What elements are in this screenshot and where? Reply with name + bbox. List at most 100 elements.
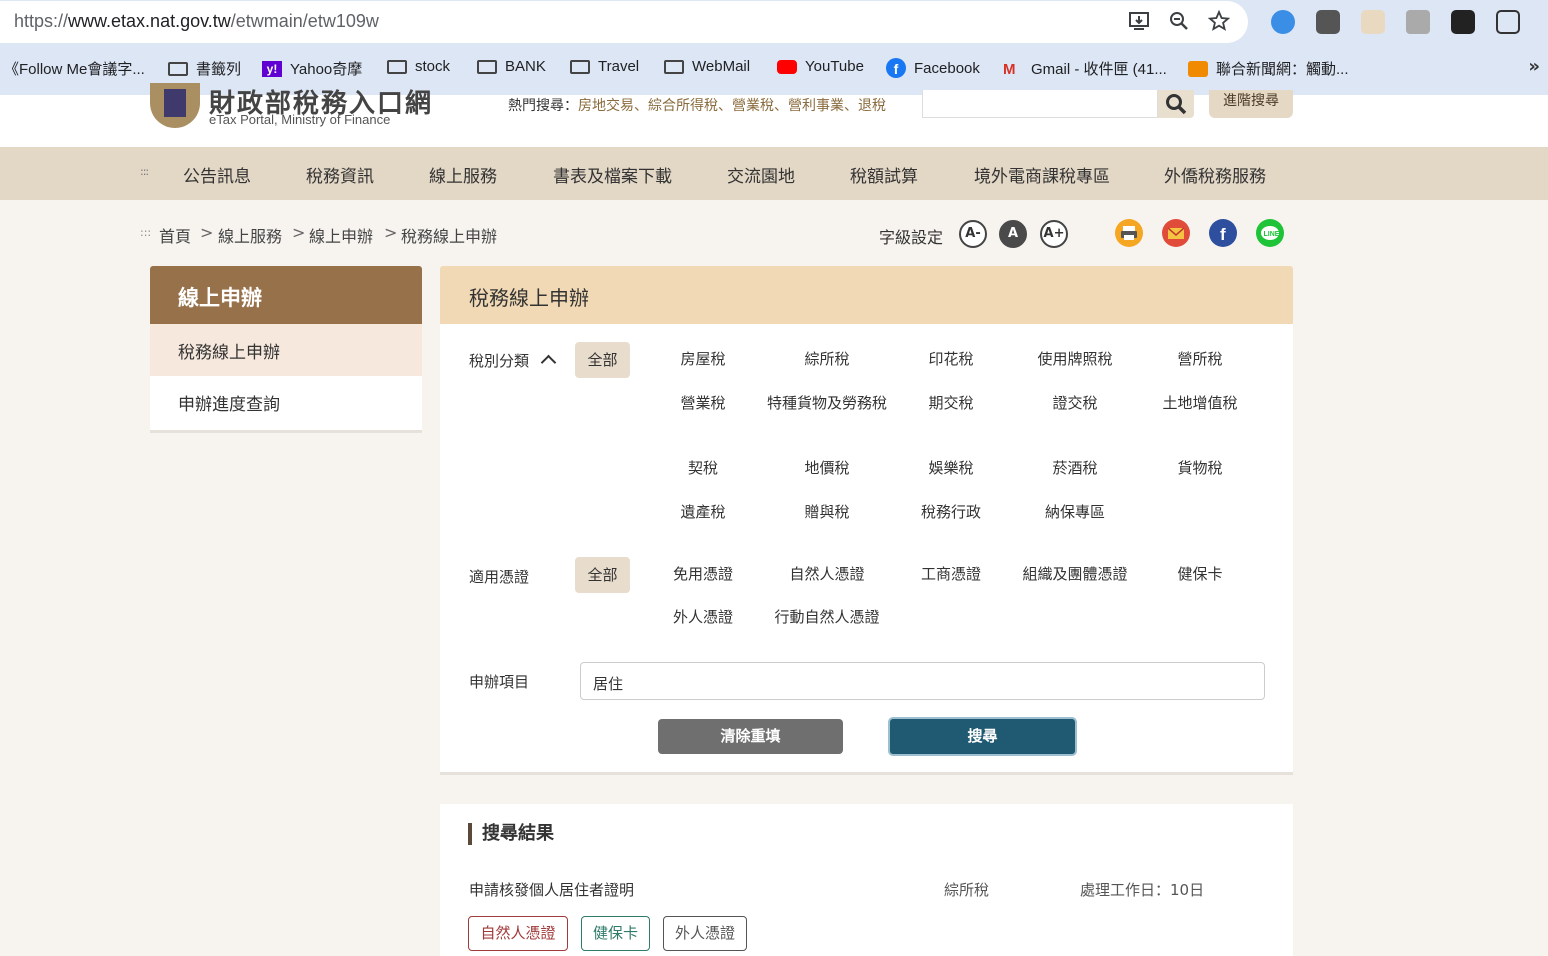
breadcrumb-separator: > — [200, 223, 214, 242]
cert-option[interactable]: 自然人憑證 — [765, 563, 889, 585]
tax-option[interactable]: 稅務行政 — [889, 501, 1013, 523]
nav-item-tax-info[interactable]: 稅務資訊 — [306, 162, 374, 187]
hot-search-keywords[interactable]: 房地交易、綜合所得稅、營業稅、營利事業、退稅 — [578, 98, 886, 114]
tax-option[interactable]: 營所稅 — [1138, 348, 1262, 370]
tax-option[interactable]: 期交稅 — [889, 392, 1013, 414]
tax-option[interactable]: 土地增值稅 — [1138, 392, 1262, 414]
nav-item-downloads[interactable]: 書表及檔案下載 — [553, 162, 672, 187]
bookmark-label: stock — [415, 58, 451, 75]
url-path: /etwmain/etw109w — [230, 11, 379, 31]
breadcrumb-accesskey[interactable]: ::: — [140, 226, 151, 239]
apply-item-input[interactable]: 居住 — [580, 662, 1265, 700]
clear-button[interactable]: 清除重填 — [658, 719, 843, 754]
result-tag-nhi-card: 健保卡 — [581, 916, 650, 951]
font-size-small-button[interactable]: A- — [959, 220, 987, 248]
bookmark-item[interactable]: 聯合新聞網：觸動... — [1188, 58, 1349, 79]
tax-option[interactable]: 證交稅 — [1013, 392, 1137, 414]
tax-option[interactable]: 使用牌照稅 — [1013, 348, 1137, 370]
bookmark-item[interactable]: f Facebook — [886, 58, 980, 78]
ministry-logo[interactable] — [150, 83, 200, 128]
bookmark-folder[interactable]: Travel — [570, 58, 639, 75]
tax-option[interactable]: 綜所稅 — [765, 348, 889, 370]
bookmark-label: Travel — [598, 58, 640, 75]
cert-all-button[interactable]: 全部 — [575, 557, 630, 593]
sidebar-item-progress-query[interactable]: 申辦進度查詢 — [150, 376, 422, 433]
url-text[interactable]: https://www.etax.nat.gov.tw/etwmain/etw1… — [14, 11, 379, 32]
cert-option[interactable]: 外人憑證 — [641, 606, 765, 628]
site-search-button[interactable] — [1158, 90, 1194, 118]
sidebar-item-online-apply[interactable]: 稅務線上申辦 — [150, 324, 422, 376]
folder-icon — [570, 59, 590, 74]
apply-item-label: 申辦項目 — [469, 673, 530, 691]
tax-option[interactable]: 特種貨物及勞務稅 — [765, 392, 889, 414]
bookmark-folder[interactable]: stock — [387, 58, 450, 75]
search-button[interactable]: 搜尋 — [888, 717, 1077, 756]
bookmark-folder[interactable]: BANK — [477, 58, 546, 75]
bookmark-item[interactable]: 《Follow Me會議字... — [4, 58, 145, 79]
search-icon — [1166, 94, 1187, 115]
result-name-link[interactable]: 申請核發個人居住者證明 — [469, 879, 634, 900]
cloud-extension-icon[interactable] — [1271, 10, 1295, 34]
smartpki-extension-icon[interactable] — [1361, 10, 1385, 34]
tax-option[interactable]: 營業稅 — [641, 392, 765, 414]
bookmark-item[interactable]: YouTube — [777, 58, 864, 75]
tax-option[interactable]: 納保專區 — [1013, 501, 1137, 523]
mail-icon[interactable] — [1162, 219, 1190, 247]
nav-item-forum[interactable]: 交流園地 — [727, 162, 795, 187]
cert-option[interactable]: 組織及團體憑證 — [1013, 563, 1137, 585]
breadcrumb-online-apply[interactable]: 線上申辦 — [309, 223, 373, 247]
svg-text:LINE: LINE — [1264, 231, 1280, 238]
nav-item-announcements[interactable]: 公告訊息 — [183, 162, 251, 187]
bookmarks-overflow-button[interactable]: » — [1528, 56, 1540, 77]
cert-option[interactable]: 工商憑證 — [889, 563, 1013, 585]
hot-search: 熱門搜尋：房地交易、綜合所得稅、營業稅、營利事業、退稅 — [508, 95, 886, 115]
tax-option[interactable]: 遺產稅 — [641, 501, 765, 523]
nav-item-tax-calc[interactable]: 稅額試算 — [850, 162, 918, 187]
card-extension-icon[interactable] — [1451, 10, 1475, 34]
breadcrumb-home[interactable]: 首頁 — [159, 223, 191, 247]
cert-option[interactable]: 行動自然人憑證 — [765, 606, 889, 628]
cert-option[interactable]: 免用憑證 — [641, 563, 765, 585]
results-title: 搜尋結果 — [468, 823, 554, 845]
font-size-normal-button[interactable]: A — [999, 220, 1027, 248]
tax-option[interactable]: 印花稅 — [889, 348, 1013, 370]
site-search-input[interactable] — [922, 90, 1158, 118]
tax-option[interactable]: 貨物稅 — [1138, 457, 1262, 479]
bookmark-item[interactable]: M Gmail - 收件匣 (41... — [1003, 58, 1167, 79]
tax-option[interactable]: 房屋稅 — [641, 348, 765, 370]
nav-item-foreigner[interactable]: 外僑稅務服務 — [1164, 162, 1266, 187]
extensions-puzzle-icon[interactable] — [1496, 10, 1520, 34]
tax-all-button[interactable]: 全部 — [575, 342, 630, 378]
tax-option[interactable]: 契稅 — [641, 457, 765, 479]
url-host: www.etax.nat.gov.tw — [68, 11, 231, 31]
print-icon[interactable] — [1115, 219, 1143, 247]
font-size-large-button[interactable]: A+ — [1040, 220, 1068, 248]
camera-extension-icon[interactable] — [1406, 10, 1430, 34]
address-bar[interactable]: https://www.etax.nat.gov.tw/etwmain/etw1… — [0, 1, 1248, 43]
nav-item-cross-border[interactable]: 境外電商課稅專區 — [974, 162, 1110, 187]
tax-option[interactable]: 地價稅 — [765, 457, 889, 479]
facebook-share-icon[interactable]: f — [1209, 219, 1237, 247]
tax-option[interactable]: 菸酒稅 — [1013, 457, 1137, 479]
tax-category-label: 稅別分類 — [469, 352, 530, 370]
bookmark-star-icon[interactable] — [1206, 9, 1232, 36]
breadcrumb-online-services[interactable]: 線上服務 — [218, 223, 282, 247]
bookmark-label: 書籤列 — [196, 61, 242, 78]
result-processing-days: 處理工作日：10日 — [1080, 881, 1205, 899]
bookmark-item[interactable]: y! Yahoo奇摩 — [262, 58, 362, 79]
bookmark-label: BANK — [505, 58, 546, 75]
install-app-icon[interactable] — [1126, 10, 1152, 36]
bookmark-folder[interactable]: WebMail — [664, 58, 750, 75]
bookmark-label: Yahoo奇摩 — [290, 61, 363, 78]
browser-chrome: https://www.etax.nat.gov.tw/etwmain/etw1… — [0, 0, 1548, 95]
extension-icon[interactable] — [1316, 10, 1340, 34]
tax-option[interactable]: 娛樂稅 — [889, 457, 1013, 479]
bookmark-folder[interactable]: 書籤列 — [168, 58, 241, 79]
line-share-icon[interactable]: LINE — [1256, 219, 1284, 247]
zoom-icon[interactable] — [1166, 10, 1192, 36]
advanced-search-button[interactable]: 進階搜尋 — [1209, 90, 1293, 118]
cert-option[interactable]: 健保卡 — [1138, 563, 1262, 585]
nav-item-online-services[interactable]: 線上服務 — [429, 162, 497, 187]
tax-option[interactable]: 贈與稅 — [765, 501, 889, 523]
nav-accesskey[interactable]: ::: — [140, 165, 149, 178]
